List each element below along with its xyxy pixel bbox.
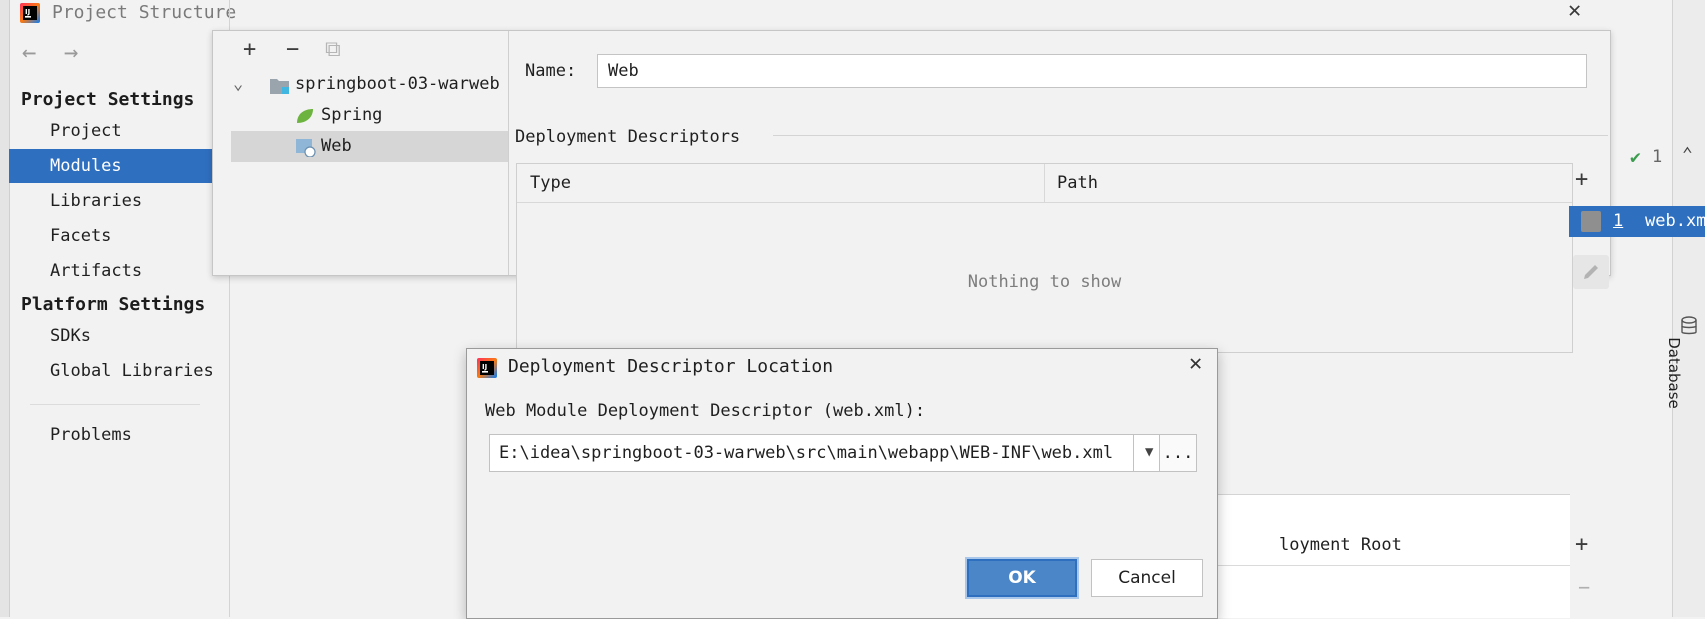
- sidebar-item-artifacts[interactable]: Artifacts: [9, 254, 230, 288]
- forward-arrow-icon[interactable]: →: [64, 38, 78, 66]
- inspection-check-icon: ✔: [1630, 147, 1641, 168]
- section-divider: [773, 135, 1608, 136]
- background-ide-edge: [0, 0, 9, 617]
- sidebar-item-problems[interactable]: Problems: [9, 418, 230, 452]
- sidebar-item-libraries[interactable]: Libraries: [9, 184, 230, 218]
- web-xml-list-item[interactable]: 1 web.xm: [1569, 206, 1705, 237]
- deployment-descriptors-title: Deployment Descriptors: [515, 127, 741, 147]
- xml-row-number: 1: [1613, 211, 1624, 231]
- intellij-logo-icon: IJ: [477, 358, 497, 378]
- column-header-path[interactable]: Path: [1057, 173, 1098, 193]
- deployment-root-column-header: loyment Root: [1279, 535, 1402, 555]
- tool-window-strip: [1672, 0, 1705, 617]
- cancel-button[interactable]: Cancel: [1091, 559, 1203, 597]
- name-label: Name:: [525, 61, 577, 81]
- empty-table-text: Nothing to show: [967, 272, 1122, 292]
- browse-button[interactable]: ...: [1159, 434, 1197, 472]
- deployment-descriptor-dialog: IJ Deployment Descriptor Location ✕ Web …: [466, 348, 1218, 619]
- chevron-down-icon[interactable]: ▼: [1145, 444, 1153, 460]
- module-folder-icon: [270, 79, 289, 94]
- window-title: Project Structure: [52, 2, 237, 23]
- project-settings-header: Project Settings: [21, 89, 195, 110]
- add-web-root-button[interactable]: +: [1575, 532, 1588, 557]
- platform-settings-header: Platform Settings: [21, 294, 206, 315]
- intellij-logo-icon: IJ: [20, 3, 40, 23]
- tree-node-web[interactable]: Web: [231, 131, 508, 162]
- combo-separator: [1133, 435, 1134, 471]
- panel-divider: [508, 31, 509, 275]
- svg-text:IJ: IJ: [482, 363, 487, 371]
- tree-node-spring[interactable]: Spring: [231, 100, 508, 131]
- sidebar-item-project[interactable]: Project: [9, 114, 230, 148]
- descriptor-path-combobox[interactable]: E:\idea\springboot-03-warweb\src\main\we…: [489, 434, 1171, 472]
- tree-toolbar: + − ⧉: [213, 31, 508, 69]
- svg-text:IJ: IJ: [25, 8, 30, 16]
- database-icon: [1681, 316, 1697, 335]
- remove-web-root-button[interactable]: −: [1578, 575, 1590, 599]
- back-arrow-icon[interactable]: ←: [22, 38, 36, 66]
- deployment-descriptors-table[interactable]: Type Path Nothing to show: [516, 163, 1573, 353]
- sidebar-item-modules[interactable]: Modules: [9, 149, 230, 183]
- close-window-icon[interactable]: ✕: [1568, 0, 1581, 23]
- copy-icon[interactable]: ⧉: [325, 37, 341, 62]
- column-header-type[interactable]: Type: [530, 173, 571, 193]
- tree-node-module-label: springboot-03-warweb: [295, 74, 500, 94]
- tree-node-module[interactable]: ⌄ springboot-03-warweb: [231, 69, 508, 100]
- spring-leaf-icon: [297, 109, 313, 123]
- dialog-title: Deployment Descriptor Location: [508, 356, 834, 377]
- database-tool-window-tab[interactable]: Database: [1665, 316, 1702, 436]
- module-tree: ⌄ springboot-03-warweb Spring Web: [231, 69, 509, 275]
- ok-button[interactable]: OK: [967, 559, 1077, 597]
- tree-node-spring-label: Spring: [321, 105, 383, 125]
- title-bar: IJ Project Structure ✕: [0, 0, 1705, 26]
- tree-node-web-label: Web: [321, 136, 352, 156]
- web-resource-table: [1200, 494, 1570, 618]
- close-dialog-icon[interactable]: ✕: [1189, 351, 1202, 376]
- sidebar-item-global-libraries[interactable]: Global Libraries: [9, 354, 230, 388]
- inspection-count: 1: [1652, 147, 1663, 167]
- column-separator: [1044, 164, 1045, 202]
- remove-icon[interactable]: −: [286, 37, 299, 62]
- sidebar-item-sdks[interactable]: SDKs: [9, 319, 230, 353]
- web-facet-icon: [296, 139, 316, 157]
- sidebar-separator: [30, 404, 200, 405]
- module-editor-panel: + − ⧉ ⌄ springboot-03-warweb Spring Web: [212, 30, 1611, 353]
- edit-descriptor-button[interactable]: [1573, 255, 1609, 289]
- sidebar-item-facets[interactable]: Facets: [9, 219, 230, 253]
- add-icon[interactable]: +: [243, 37, 256, 62]
- database-tab-label: Database: [1664, 337, 1683, 409]
- xml-row-name: web.xm: [1645, 211, 1705, 231]
- table-header: Type Path: [517, 164, 1572, 203]
- facet-name-input[interactable]: Web: [597, 54, 1587, 88]
- descriptor-path-input[interactable]: E:\idea\springboot-03-warweb\src\main\we…: [499, 443, 1113, 463]
- expand-chevron-icon[interactable]: ⌄: [233, 69, 243, 100]
- pencil-icon: [1584, 265, 1598, 279]
- descriptor-field-label: Web Module Deployment Descriptor (web.xm…: [485, 401, 926, 421]
- lower-table-divider: [1200, 565, 1570, 566]
- add-descriptor-button[interactable]: +: [1575, 167, 1588, 192]
- chevron-up-icon[interactable]: ⌃: [1682, 144, 1693, 165]
- xml-file-icon: [1581, 211, 1601, 232]
